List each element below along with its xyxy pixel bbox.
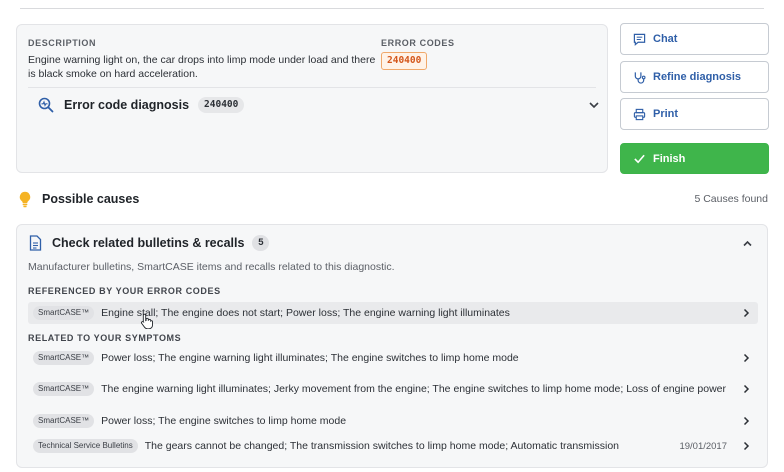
causes-found-count: 5 Causes found [694, 193, 768, 205]
finish-label: Finish [653, 152, 686, 165]
printer-icon [633, 108, 646, 120]
bulletin-item[interactable]: SmartCASE™ Engine stall; The engine does… [28, 302, 758, 324]
checkmark-icon [634, 154, 645, 164]
description-card: DESCRIPTION Engine warning light on, the… [16, 24, 608, 173]
chevron-right-icon [743, 416, 750, 426]
bulletin-date: 19/01/2017 [679, 440, 727, 452]
chevron-up-icon[interactable] [742, 238, 753, 249]
bulletins-card: Check related bulletins & recalls 5 Manu… [16, 224, 768, 468]
bulletin-tag: SmartCASE™ [33, 306, 95, 320]
chat-label: Chat [653, 33, 678, 45]
refine-diagnosis-label: Refine diagnosis [653, 71, 742, 83]
diagnosis-search-icon [38, 97, 54, 113]
divider [28, 87, 596, 88]
error-code-chip: 240400 [381, 52, 428, 70]
chat-button[interactable]: Chat [620, 23, 769, 55]
bulletin-text: Power loss; The engine switches to limp … [101, 415, 347, 427]
chevron-right-icon [743, 384, 750, 394]
chevron-right-icon [743, 308, 750, 318]
bulletins-header[interactable]: Check related bulletins & recalls 5 [29, 234, 270, 252]
description-text: Engine warning light on, the car drops i… [28, 54, 376, 80]
chat-icon [633, 33, 646, 46]
refine-diagnosis-button[interactable]: Refine diagnosis [620, 61, 769, 93]
bulletins-count-badge: 5 [252, 235, 270, 251]
possible-causes-header: Possible causes 5 Causes found [16, 190, 768, 208]
section-error-codes-label: REFERENCED BY YOUR ERROR CODES [28, 286, 221, 296]
lightbulb-icon [19, 191, 31, 207]
possible-causes-title: Possible causes [42, 192, 140, 206]
bulletin-text: Power loss; The engine warning light ill… [101, 352, 519, 364]
section-symptoms-label: RELATED TO YOUR SYMPTOMS [28, 333, 182, 343]
bulletin-text: The engine warning light illuminates; Je… [101, 383, 727, 395]
chevron-down-icon[interactable] [588, 99, 600, 111]
diagnosis-code-chip: 240400 [198, 97, 245, 113]
diagnosis-title: Error code diagnosis [64, 98, 190, 112]
bulletin-item[interactable]: Technical Service Bulletins The gears ca… [28, 437, 758, 455]
bulletins-subtitle: Manufacturer bulletins, SmartCASE items … [28, 261, 395, 273]
print-button[interactable]: Print [620, 98, 769, 130]
document-icon [29, 235, 42, 251]
stethoscope-icon [634, 71, 646, 84]
bulletin-tag: Technical Service Bulletins [33, 439, 138, 453]
top-divider [20, 8, 764, 9]
error-codes-label: ERROR CODES [381, 38, 455, 48]
hand-cursor-icon [141, 313, 153, 329]
description-label: DESCRIPTION [28, 38, 97, 48]
bulletin-text: Engine stall; The engine does not start;… [101, 307, 510, 319]
bulletin-item[interactable]: SmartCASE™ Power loss; The engine warnin… [28, 349, 758, 367]
print-label: Print [653, 108, 679, 120]
bulletin-text: The gears cannot be changed; The transmi… [144, 440, 620, 452]
bulletin-tag: SmartCASE™ [33, 414, 95, 428]
error-code-diagnosis-toggle[interactable]: Error code diagnosis 240400 [28, 95, 599, 115]
finish-button[interactable]: Finish [620, 143, 769, 174]
bulletin-tag: SmartCASE™ [33, 382, 95, 396]
bulletin-item[interactable]: SmartCASE™ The engine warning light illu… [28, 374, 758, 404]
bulletin-item[interactable]: SmartCASE™ Power loss; The engine switch… [28, 412, 758, 430]
bulletin-tag: SmartCASE™ [33, 351, 95, 365]
chevron-right-icon [743, 441, 750, 451]
chevron-right-icon [743, 353, 750, 363]
bulletins-title: Check related bulletins & recalls [52, 236, 245, 250]
